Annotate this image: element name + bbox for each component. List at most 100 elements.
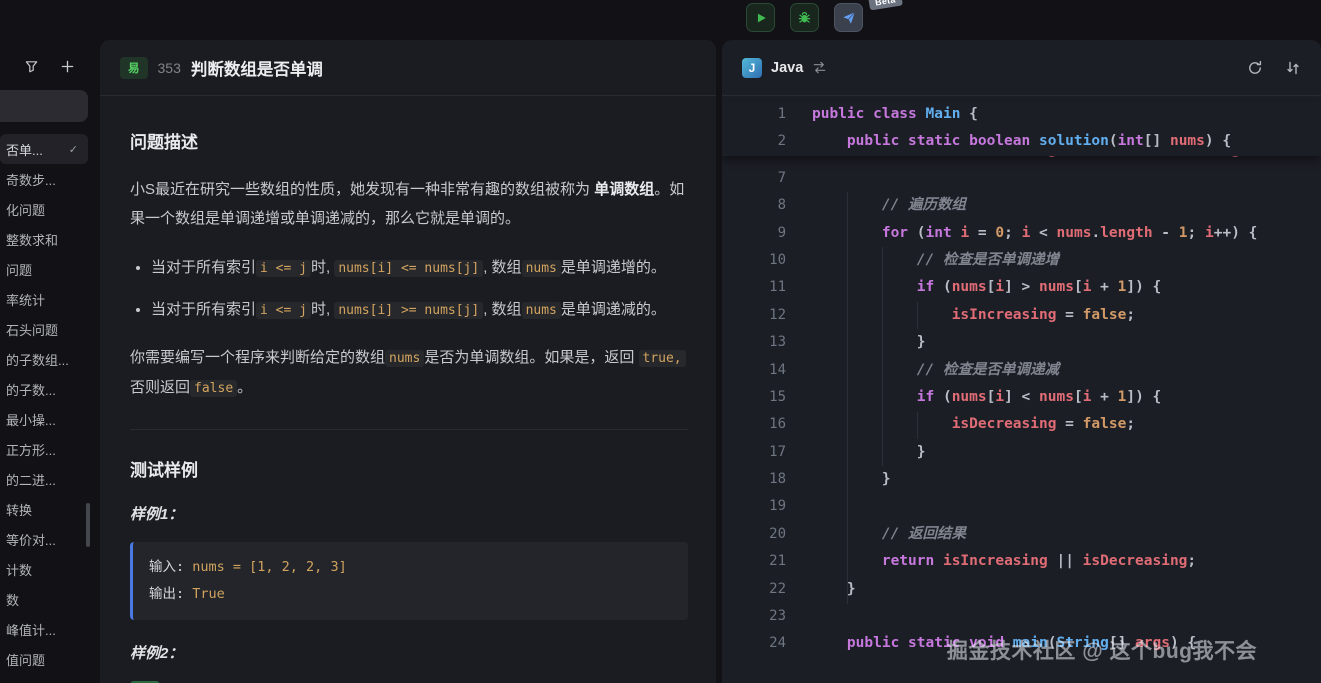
line-number: 14: [722, 357, 786, 384]
code-line[interactable]: 11 if (nums[i] > nums[i + 1]) {: [722, 274, 1321, 301]
sidebar-item-label: 的二进...: [6, 470, 56, 489]
code-line[interactable]: 16 isDecreasing = false;: [722, 411, 1321, 438]
sidebar-item-label: 否单...: [6, 140, 43, 159]
sidebar-item[interactable]: 最小操...: [0, 404, 88, 434]
sidebar-item[interactable]: 的子数组...: [0, 344, 88, 374]
code-line[interactable]: 15 if (nums[i] < nums[i + 1]) {: [722, 384, 1321, 411]
sidebar-item[interactable]: 否单...✓: [0, 134, 88, 164]
code-line[interactable]: 9 for (int i = 0; i < nums.length - 1; i…: [722, 220, 1321, 247]
problem-title: 判断数组是否单调: [191, 56, 323, 80]
code-line[interactable]: boolean isIncreasing = true, isDecreasin…: [722, 156, 1321, 164]
run-button[interactable]: [746, 3, 775, 32]
code-line[interactable]: 14 // 检查是否单调递减: [722, 357, 1321, 384]
sidebar-item[interactable]: 石头问题: [0, 314, 88, 344]
line-number: 2: [722, 128, 786, 155]
sidebar-scrollbar[interactable]: [86, 503, 90, 547]
sidebar-item[interactable]: 等价对...: [0, 524, 88, 554]
sidebar-item[interactable]: 值问题: [0, 644, 88, 674]
code-line[interactable]: 2 public static boolean solution(int[] n…: [722, 128, 1321, 155]
submit-button[interactable]: [834, 3, 863, 32]
line-number: 22: [722, 576, 786, 603]
debug-button[interactable]: [790, 3, 819, 32]
line-number: [722, 156, 786, 164]
code-line[interactable]: 13 }: [722, 329, 1321, 356]
code-line[interactable]: 10 // 检查是否单调递增: [722, 247, 1321, 274]
play-icon: [754, 11, 768, 25]
beta-badge: Beta: [868, 0, 903, 10]
sidebar-item[interactable]: 率统计: [0, 284, 88, 314]
language-selector[interactable]: Java: [771, 60, 803, 76]
layout-compare-button[interactable]: [1285, 60, 1301, 76]
sidebar-toolbar: [0, 40, 100, 78]
filter-button[interactable]: [24, 59, 39, 74]
line-number: 1: [722, 101, 786, 128]
sidebar-item-label: 整数求和: [6, 230, 58, 249]
sidebar-item[interactable]: 的子数...: [0, 374, 88, 404]
problem-description-body: 问题描述 小S最近在研究一些数组的性质，她发现有一种非常有趣的数组被称为 单调数…: [100, 96, 716, 683]
problem-id: 353: [158, 60, 181, 76]
indent-guide: [917, 412, 918, 439]
add-problem-button[interactable]: [60, 59, 75, 74]
code-line[interactable]: 12 isIncreasing = false;: [722, 302, 1321, 329]
sidebar-item[interactable]: 问题: [0, 254, 88, 284]
sidebar-item-label: 的子数...: [6, 380, 56, 399]
sample2-label: 样例2：: [130, 642, 688, 663]
problem-list: 否单...✓奇数步...化问题整数求和问题率统计石头问题的子数组... 的子数..…: [0, 134, 100, 683]
sidebar-item[interactable]: 数第五: [0, 674, 88, 683]
code-line[interactable]: 20 // 返回结果: [722, 521, 1321, 548]
java-icon: J: [742, 58, 762, 78]
problem-sidebar: 否单...✓奇数步...化问题整数求和问题率统计石头问题的子数组... 的子数..…: [0, 40, 100, 683]
line-number: 12: [722, 302, 786, 329]
code-editor[interactable]: 1public class Main {2 public static bool…: [722, 97, 1321, 683]
code-line[interactable]: 8 // 遍历数组: [722, 192, 1321, 219]
sidebar-item-label: 等价对...: [6, 530, 56, 549]
description-heading: 问题描述: [130, 128, 688, 153]
code-editor-panel: J Java: [722, 40, 1321, 683]
section-divider: [130, 429, 688, 430]
sidebar-item-label: 转换: [6, 500, 32, 519]
line-number: 19: [722, 493, 786, 520]
sidebar-item-label: 石头问题: [6, 320, 58, 339]
sidebar-item[interactable]: 转换: [0, 494, 88, 524]
sidebar-item-label: 率统计: [6, 290, 45, 309]
problem-header: 易 353 判断数组是否单调: [100, 40, 716, 96]
problem-panel: 易 353 判断数组是否单调 问题描述 小S最近在研究一些数组的性质，她发现有一…: [100, 40, 716, 683]
code-line[interactable]: 1public class Main {: [722, 101, 1321, 128]
line-number: 8: [722, 192, 786, 219]
code-line[interactable]: 17 }: [722, 439, 1321, 466]
code-line[interactable]: 7: [722, 165, 1321, 192]
indent-guide: [847, 192, 848, 604]
swap-icon: [812, 60, 827, 75]
sidebar-item[interactable]: 的二进...: [0, 464, 88, 494]
sidebar-item[interactable]: 数: [0, 584, 88, 614]
reset-code-button[interactable]: [1247, 60, 1263, 76]
sidebar-item-label: 数: [6, 590, 19, 609]
sidebar-item[interactable]: 奇数步...: [0, 164, 88, 194]
sidebar-item[interactable]: 峰值计...: [0, 614, 88, 644]
code-line[interactable]: 23: [722, 603, 1321, 630]
indent-guide: [882, 247, 883, 466]
code-line[interactable]: 18 }: [722, 466, 1321, 493]
editor-header: J Java: [722, 40, 1321, 96]
sidebar-item[interactable]: 化问题: [0, 194, 88, 224]
sidebar-item[interactable]: 正方形...: [0, 434, 88, 464]
description-paragraph-2: 你需要编写一个程序来判断给定的数组nums是否为单调数组。如果是，返回 true…: [130, 343, 688, 403]
sidebar-item-label: 正方形...: [6, 440, 56, 459]
compare-icon: [1285, 60, 1301, 76]
sidebar-item[interactable]: 整数求和: [0, 224, 88, 254]
line-number: 13: [722, 329, 786, 356]
sidebar-search-input[interactable]: [0, 90, 88, 122]
code-line[interactable]: 22 }: [722, 576, 1321, 603]
sidebar-item[interactable]: 计数: [0, 554, 88, 584]
sample-line: 输入: nums = [1, 2, 2, 3]: [149, 554, 672, 581]
bug-icon: [797, 10, 812, 25]
partial-code-line: boolean isIncreasing = true, isDecreasin…: [722, 156, 1321, 165]
code-line[interactable]: 21 return isIncreasing || isDecreasing;: [722, 548, 1321, 575]
refresh-icon: [1247, 60, 1263, 76]
sample1-label: 样例1：: [130, 503, 688, 524]
code-line[interactable]: 19: [722, 493, 1321, 520]
plus-icon: [60, 59, 75, 74]
line-number: 20: [722, 521, 786, 548]
sidebar-item-label: 数第五: [6, 680, 45, 683]
language-switch-button[interactable]: [812, 60, 827, 75]
